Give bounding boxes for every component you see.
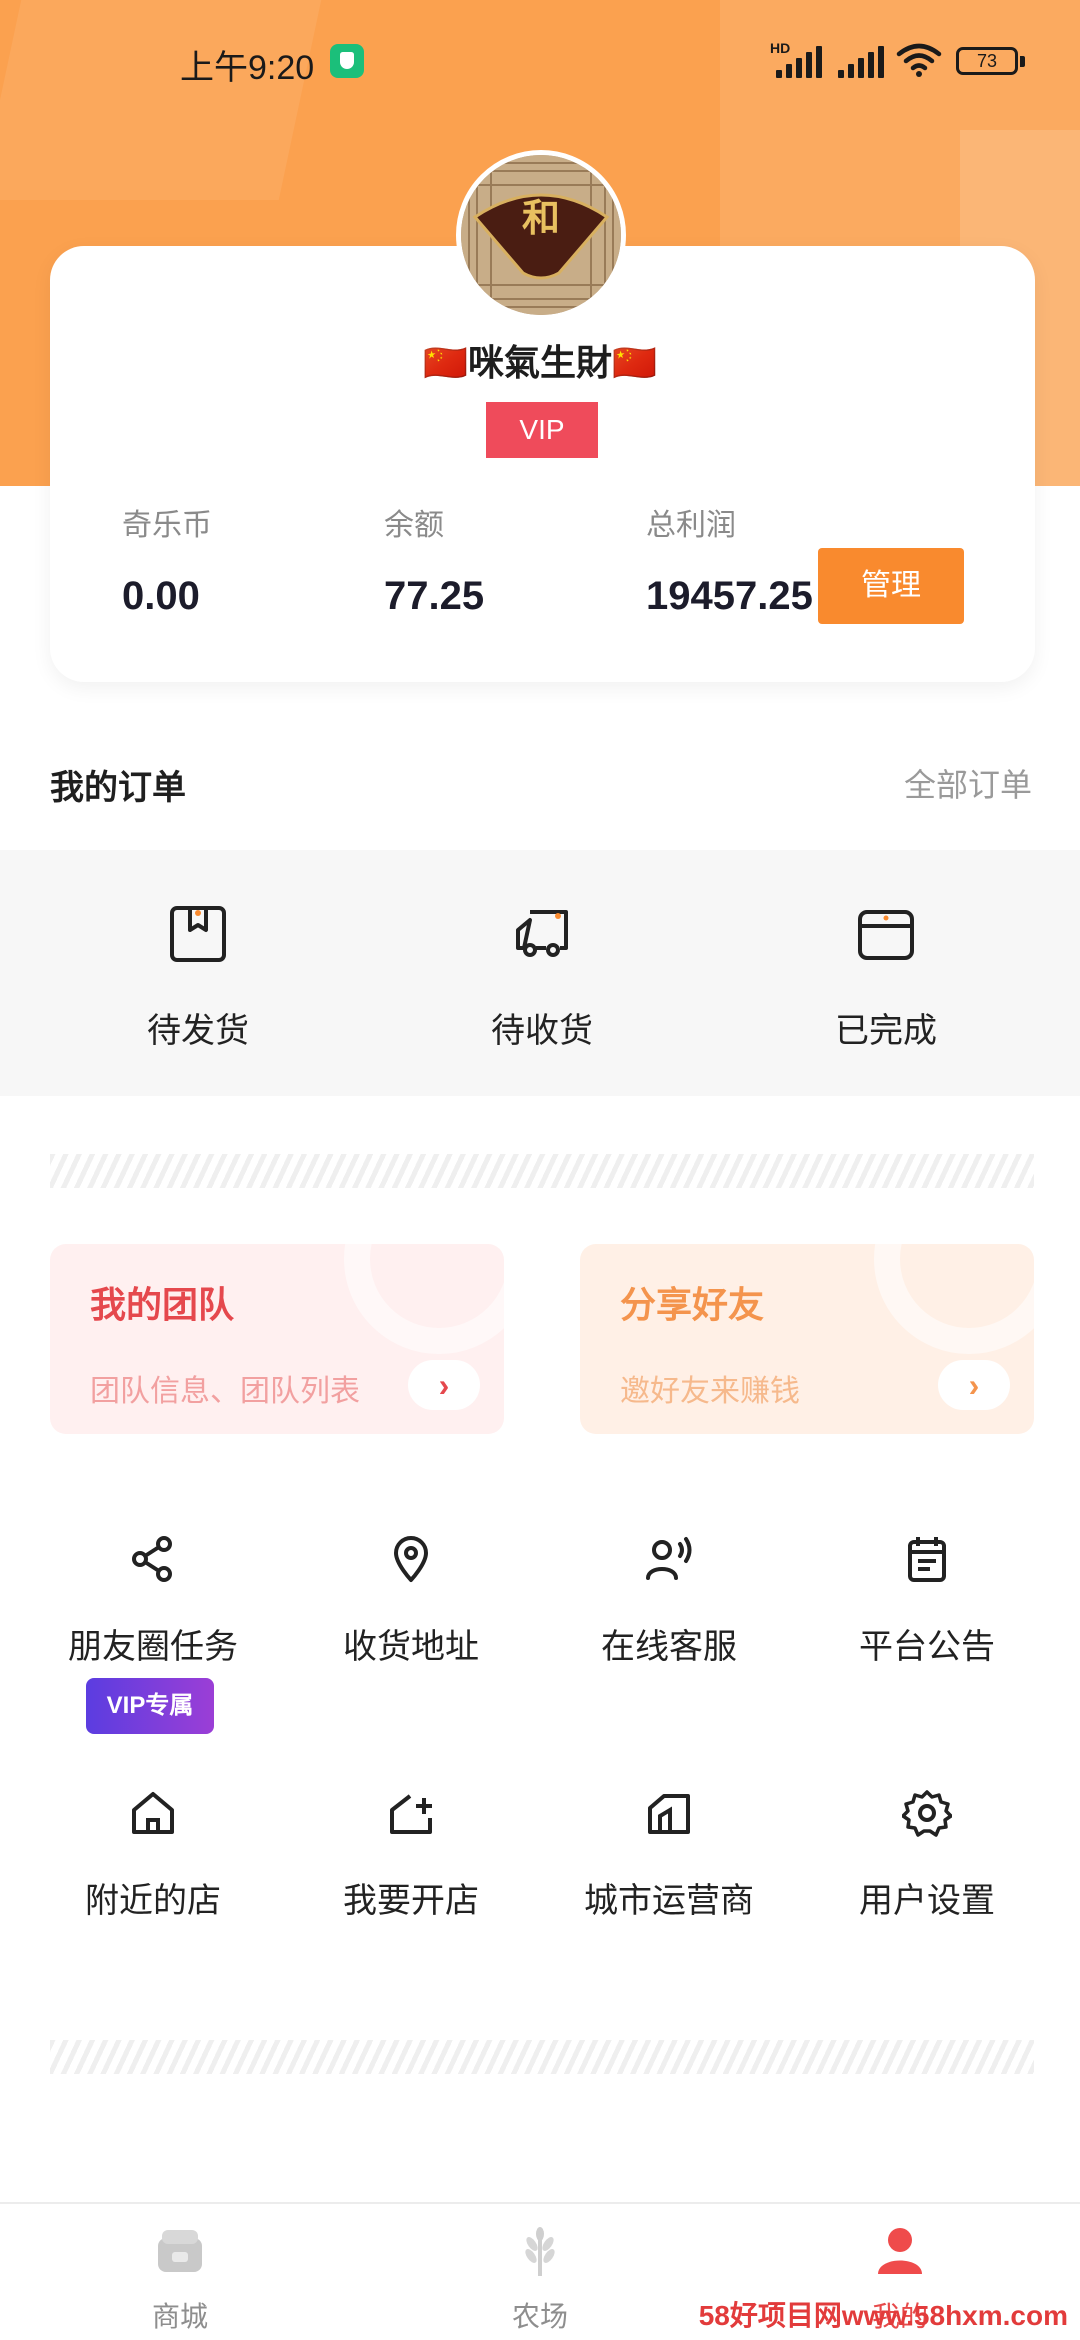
- my-team-subtitle: 团队信息、团队列表: [90, 1375, 360, 1408]
- signal-strength-icon: [776, 44, 822, 78]
- tool-label: 平台公告: [859, 1628, 995, 1666]
- orders-panel: 待发货 待收货 已完成: [0, 850, 1080, 1096]
- gear-icon: [901, 1790, 953, 1837]
- stat-value: 19457.25: [646, 574, 813, 618]
- stat-coins: 奇乐币 0.00: [122, 500, 212, 619]
- calendar-icon: [908, 1537, 946, 1582]
- order-completed[interactable]: 已完成: [756, 902, 1016, 1052]
- nav-tab-farm[interactable]: 农场: [440, 2226, 640, 2335]
- vip-badge: VIP: [486, 402, 598, 458]
- vip-exclusive-badge: VIP专属: [86, 1678, 214, 1734]
- chevron-right-icon[interactable]: ›: [408, 1360, 480, 1410]
- share-friends-title: 分享好友: [620, 1284, 765, 1325]
- box-icon: [170, 906, 226, 962]
- stat-label: 奇乐币: [122, 509, 212, 542]
- tool-label: 我要开店: [343, 1882, 479, 1920]
- tool-moments-task[interactable]: 朋友圈任务: [24, 1534, 282, 1668]
- my-team-title: 我的团队: [90, 1284, 235, 1325]
- tool-label: 城市运营商: [584, 1882, 754, 1920]
- security-shield-icon: [330, 44, 364, 78]
- svg-text:和: 和: [522, 195, 560, 240]
- tool-open-store[interactable]: 我要开店: [282, 1788, 540, 1922]
- location-pin-icon: [394, 1536, 428, 1582]
- nav-label: 农场: [511, 2301, 568, 2332]
- tool-shipping-address[interactable]: 收货地址: [282, 1534, 540, 1668]
- avatar[interactable]: 和: [456, 150, 626, 320]
- city-icon: [648, 1794, 690, 1834]
- divider-stripe: [50, 1154, 1034, 1188]
- share-friends-subtitle: 邀好友来赚钱: [620, 1375, 800, 1408]
- order-label: 待收货: [491, 1012, 593, 1050]
- tool-label: 附近的店: [85, 1882, 221, 1920]
- order-pending-shipment[interactable]: 待发货: [68, 902, 328, 1052]
- tool-nearby-stores[interactable]: 附近的店: [24, 1788, 282, 1922]
- card-decoration: [874, 1244, 1034, 1354]
- customer-service-icon: [646, 1537, 692, 1580]
- manage-button[interactable]: 管理: [818, 548, 964, 624]
- tool-label: 用户设置: [859, 1882, 995, 1920]
- wheat-icon: [525, 2227, 555, 2276]
- order-label: 已完成: [835, 1012, 937, 1050]
- truck-icon: [516, 910, 568, 957]
- all-orders-link[interactable]: 全部订单: [904, 760, 1032, 806]
- username: 🇨🇳咪氣生財🇨🇳: [423, 342, 657, 383]
- tool-city-operator[interactable]: 城市运营商: [540, 1788, 798, 1922]
- bottom-nav: 商城 农场 我的 58好项目网www.58hxm.com: [0, 2202, 1080, 2340]
- stat-label: 总利润: [646, 509, 736, 542]
- signal-strength-icon: [838, 44, 884, 78]
- card-decoration: [344, 1244, 504, 1354]
- tool-user-settings[interactable]: 用户设置: [798, 1788, 1056, 1922]
- stat-value: 0.00: [122, 574, 200, 618]
- chevron-right-icon[interactable]: ›: [938, 1360, 1010, 1410]
- divider-stripe: [50, 2040, 1034, 2074]
- user-icon: [878, 2228, 922, 2274]
- home-icon: [132, 1792, 174, 1834]
- nav-label: 商城: [151, 2301, 208, 2332]
- tool-label: 朋友圈任务: [68, 1628, 238, 1666]
- watermark-text: 58好项目网www.58hxm.com: [698, 2300, 1068, 2331]
- avatar-fan-image: 和: [461, 155, 621, 315]
- stat-value: 77.25: [384, 574, 485, 618]
- battery-indicator: 73: [956, 47, 1025, 75]
- status-time: 上午9:20: [180, 49, 315, 87]
- tool-label: 收货地址: [343, 1628, 479, 1666]
- tool-online-support[interactable]: 在线客服: [540, 1534, 798, 1668]
- wifi-icon: [896, 43, 942, 77]
- nav-tab-store[interactable]: 商城: [80, 2226, 280, 2335]
- my-team-card[interactable]: 我的团队 团队信息、团队列表 ›: [50, 1244, 504, 1434]
- add-store-icon: [390, 1794, 432, 1834]
- store-icon: [158, 2230, 202, 2272]
- tool-label: 在线客服: [601, 1628, 737, 1666]
- order-pending-receipt[interactable]: 待收货: [412, 902, 672, 1052]
- share-friends-card[interactable]: 分享好友 邀好友来赚钱 ›: [580, 1244, 1034, 1434]
- orders-title: 我的订单: [50, 769, 186, 807]
- stat-label: 余额: [384, 509, 444, 542]
- tool-announcements[interactable]: 平台公告: [798, 1534, 1056, 1668]
- stat-balance: 余额 77.25: [384, 500, 484, 619]
- stat-total-profit: 总利润 19457.25: [646, 500, 813, 619]
- order-label: 待发货: [147, 1012, 249, 1050]
- share-icon: [132, 1536, 172, 1582]
- status-bar: 上午9:20 HD 73: [0, 0, 1080, 120]
- package-icon: [858, 910, 914, 960]
